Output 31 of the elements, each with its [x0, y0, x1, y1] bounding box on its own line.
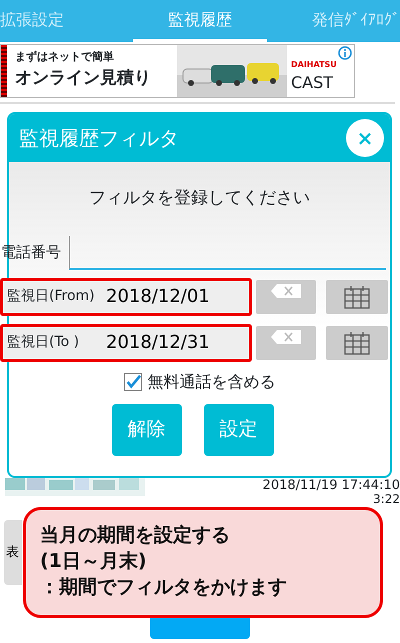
- calendar-icon: [344, 330, 370, 354]
- info-icon: [338, 46, 352, 60]
- date-input[interactable]: 2018/12/31: [106, 329, 246, 356]
- ad-title: オンライン見積り: [15, 66, 152, 90]
- calendar-button[interactable]: [326, 280, 388, 314]
- ad-headline: まずはネットで簡単: [15, 49, 115, 65]
- callout-text: (1日～月末): [40, 549, 148, 574]
- field-label: 監視日(To ): [6, 333, 80, 352]
- model-name: CAST: [291, 72, 334, 94]
- field-label: 監視日(From): [6, 287, 96, 306]
- callout-text: ：期間でフィルタをかけます: [40, 575, 288, 600]
- date-field[interactable]: 監視日(To ) 2018/12/31: [0, 324, 252, 362]
- callout-text: 当月の期間を設定する: [40, 523, 231, 548]
- checkbox[interactable]: [124, 372, 142, 390]
- ad-banner[interactable]: まずはネットで簡単 オンライン見積り DAIHATSU CAST: [0, 44, 355, 98]
- clear-button[interactable]: [256, 326, 316, 360]
- timestamp: 2018/11/19 17:44:10: [262, 478, 400, 493]
- date-field[interactable]: 監視日(From) 2018/12/01: [0, 278, 252, 316]
- dialog-title: 監視履歴フィルタ: [19, 125, 179, 152]
- time-text: 3:22: [373, 492, 400, 506]
- brand-logo: DAIHATSU: [291, 59, 337, 71]
- checkbox-label: 無料通話を含める: [148, 370, 276, 392]
- side-button[interactable]: 表: [4, 520, 22, 585]
- clear-button[interactable]: [256, 280, 316, 314]
- calendar-icon: [344, 284, 370, 308]
- phone-field[interactable]: [69, 236, 386, 270]
- dialog-message: フィルタを登録してください: [88, 187, 311, 210]
- backspace-icon: [271, 330, 301, 344]
- calendar-button[interactable]: [326, 326, 388, 360]
- date-input[interactable]: 2018/12/01: [106, 283, 246, 310]
- backspace-icon: [271, 284, 301, 298]
